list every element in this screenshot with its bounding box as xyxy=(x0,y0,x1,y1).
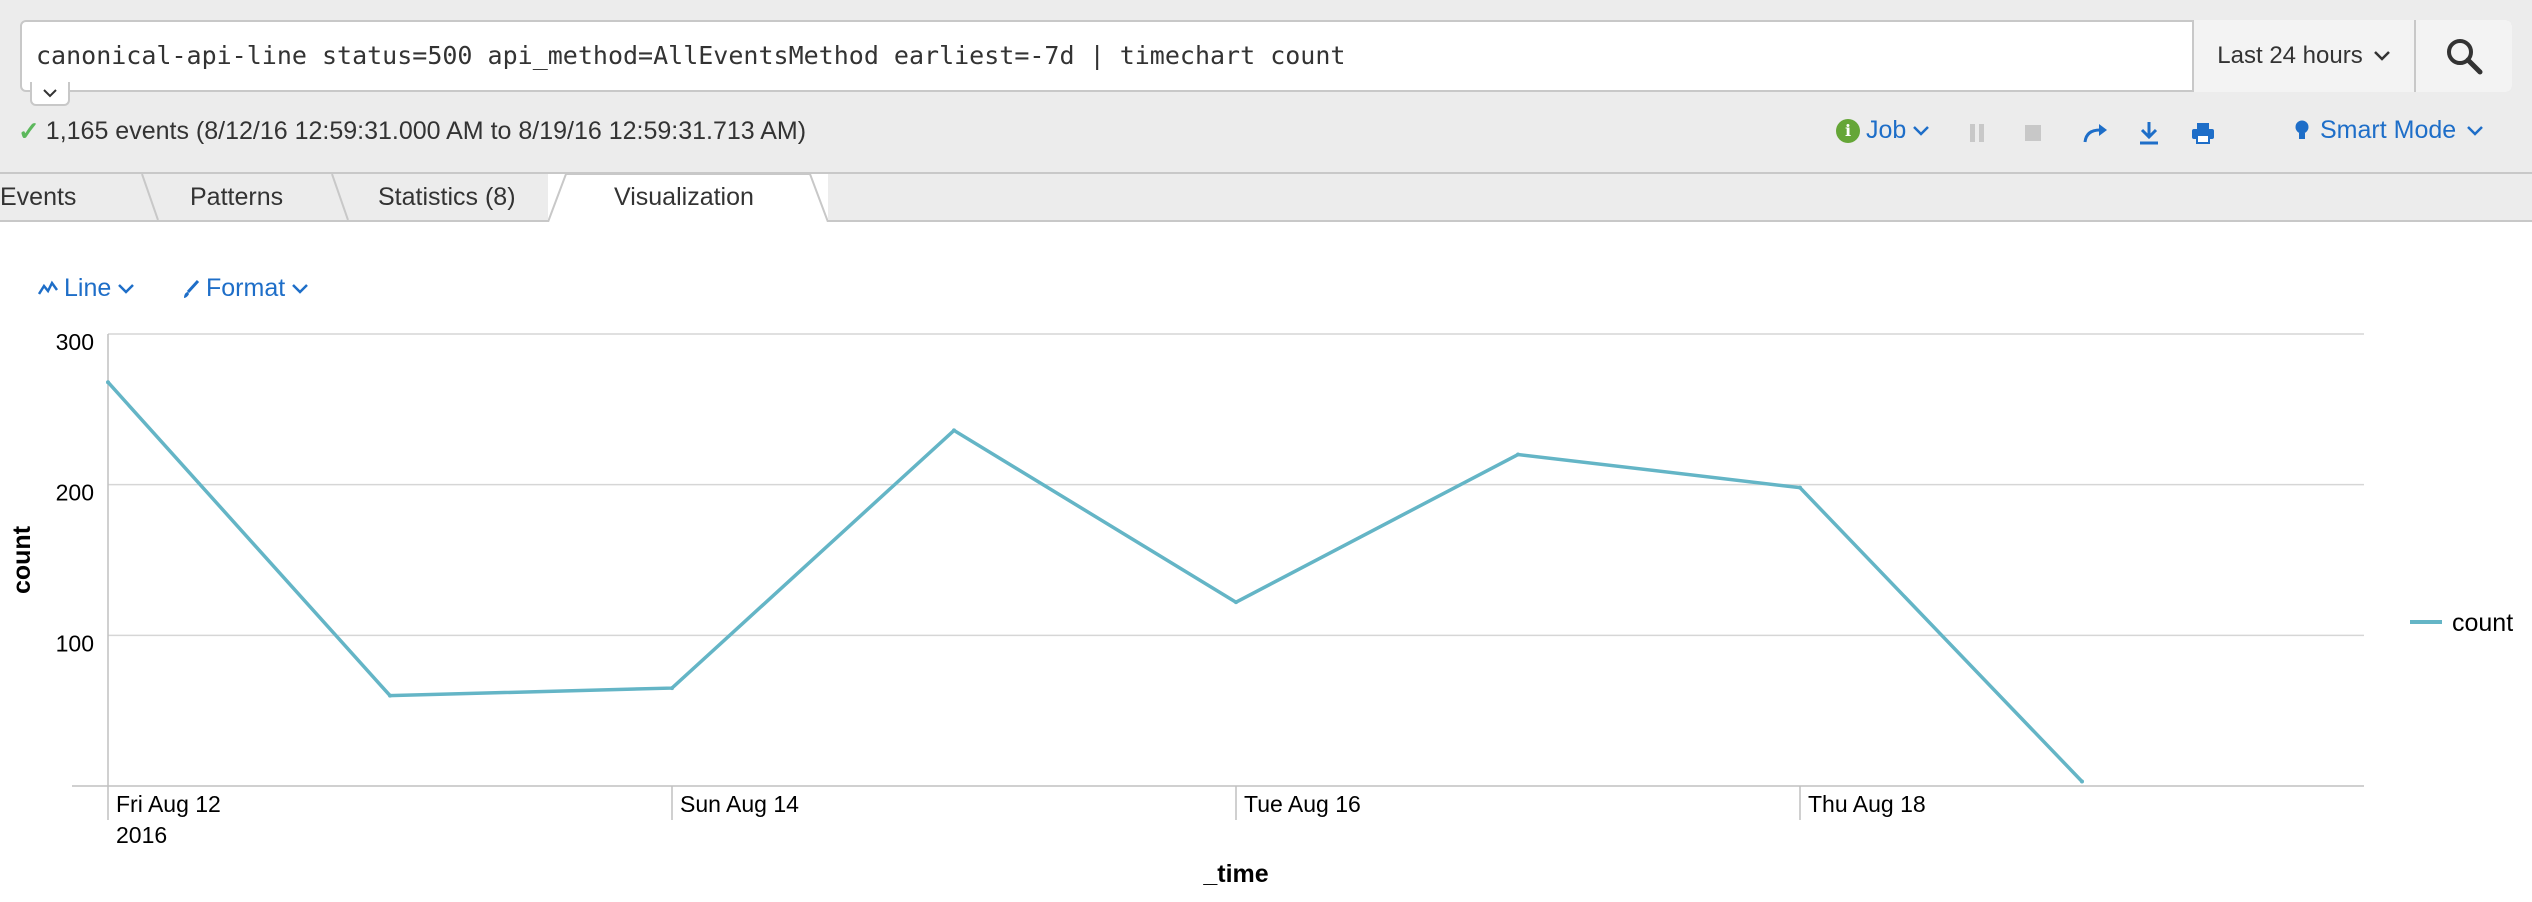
search-mode-menu[interactable]: Smart Mode xyxy=(2294,116,2484,145)
y-tick-label: 100 xyxy=(56,630,94,656)
info-icon: i xyxy=(1836,118,1860,143)
format-menu[interactable]: Format xyxy=(182,274,309,303)
line-chart-icon xyxy=(38,280,58,295)
data-point xyxy=(106,380,110,385)
chevron-down-icon xyxy=(2373,51,2390,61)
job-menu[interactable]: i Job xyxy=(1836,116,1930,145)
time-range-picker[interactable]: Last 24 hours xyxy=(2192,20,2414,92)
pause-icon xyxy=(1970,124,1984,142)
tab-events[interactable]: Events xyxy=(0,174,76,220)
checkmark-icon: ✓ xyxy=(18,116,40,146)
stop-icon xyxy=(2025,125,2041,141)
format-label: Format xyxy=(206,274,286,302)
event-count-summary: 1,165 events (8/12/16 12:59:31.000 AM to… xyxy=(45,117,807,145)
search-button[interactable] xyxy=(2414,20,2512,92)
chevron-down-icon xyxy=(43,89,57,98)
export-button[interactable] xyxy=(2136,120,2162,146)
x-tick-label: Thu Aug 18 xyxy=(1808,791,1926,817)
y-axis-title: count xyxy=(8,525,36,594)
share-icon xyxy=(2083,124,2107,143)
chevron-down-icon xyxy=(118,283,135,294)
search-bar[interactable]: canonical-api-line status=500 api_method… xyxy=(20,20,2512,92)
tab-statistics[interactable]: Statistics (8) xyxy=(378,174,516,220)
search-query-input[interactable]: canonical-api-line status=500 api_method… xyxy=(36,22,1345,90)
chevron-down-icon xyxy=(1913,125,1930,136)
data-point xyxy=(1234,600,1238,605)
search-mode-label: Smart Mode xyxy=(2320,116,2457,144)
expand-search-button[interactable] xyxy=(30,82,70,106)
job-status: ✓ 1,165 events (8/12/16 12:59:31.000 AM … xyxy=(18,116,806,147)
tab-separator xyxy=(331,174,349,221)
chart-type-menu[interactable]: Line xyxy=(38,274,135,303)
time-range-label: Last 24 hours xyxy=(2217,42,2363,69)
x-tick-label: Tue Aug 16 xyxy=(1244,791,1361,817)
print-button[interactable] xyxy=(2190,120,2216,146)
data-point xyxy=(670,686,674,691)
chevron-down-icon xyxy=(2467,125,2484,136)
lightbulb-icon xyxy=(2295,120,2309,139)
tab-bar-bottom-border xyxy=(0,220,2532,222)
y-tick-label: 300 xyxy=(56,329,94,355)
data-point xyxy=(2080,779,2084,784)
tab-patterns[interactable]: Patterns xyxy=(190,174,283,220)
series-line-count xyxy=(106,381,2084,783)
search-icon xyxy=(2447,39,2483,75)
pause-button[interactable] xyxy=(1964,120,1990,146)
x-tick-label: Fri Aug 12 xyxy=(116,791,221,817)
data-point xyxy=(952,428,956,433)
download-icon xyxy=(2140,122,2158,145)
brush-icon xyxy=(184,279,200,298)
data-point xyxy=(388,693,392,698)
chevron-down-icon xyxy=(292,283,309,294)
x-tick-label: Sun Aug 14 xyxy=(680,791,799,817)
y-tick-label: 200 xyxy=(56,480,94,506)
tab-separator xyxy=(141,174,159,221)
share-button[interactable] xyxy=(2082,120,2108,146)
chart-type-label: Line xyxy=(64,274,112,302)
stop-button[interactable] xyxy=(2020,120,2046,146)
legend-label: count xyxy=(2452,609,2513,637)
x-axis-title: _time xyxy=(1202,860,1268,888)
data-point xyxy=(1516,452,1520,457)
job-menu-label: Job xyxy=(1866,116,1907,144)
print-icon xyxy=(2192,123,2214,144)
tab-visualization[interactable]: Visualization xyxy=(614,174,754,220)
data-point xyxy=(1798,485,1802,490)
x-tick-sublabel: 2016 xyxy=(116,822,167,848)
